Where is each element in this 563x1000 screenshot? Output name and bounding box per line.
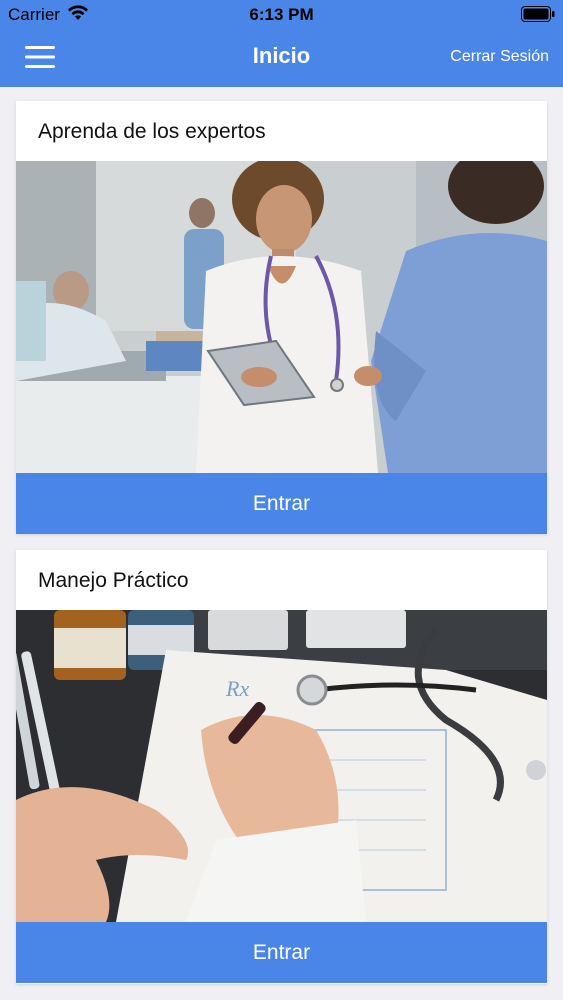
enter-button[interactable]: Entrar [16,473,547,534]
card-image-doctor-photo [16,161,547,473]
enter-button[interactable]: Entrar [16,922,547,983]
card-title: Manejo Práctico [38,569,189,592]
course-card: Manejo Práctico Rx Entrar [16,550,547,984]
card-image-prescription-photo: Rx [16,610,547,922]
svg-text:Rx: Rx [225,676,249,701]
clock: 6:13 PM [249,5,314,24]
logout-button[interactable]: Cerrar Sesión [450,48,549,66]
card-title: Aprenda de los expertos [38,120,266,143]
home-screen: Carrier 6:13 PM Inicio Cerrar Sesión Apr… [0,0,563,1000]
status-bar: Carrier 6:13 PM [0,0,563,30]
course-card: Aprenda de los expertos Entrar [16,101,547,534]
header: Carrier 6:13 PM Inicio Cerrar Sesión [0,0,563,87]
navigation-bar: Inicio Cerrar Sesión [0,30,563,87]
battery-icon [521,6,555,22]
